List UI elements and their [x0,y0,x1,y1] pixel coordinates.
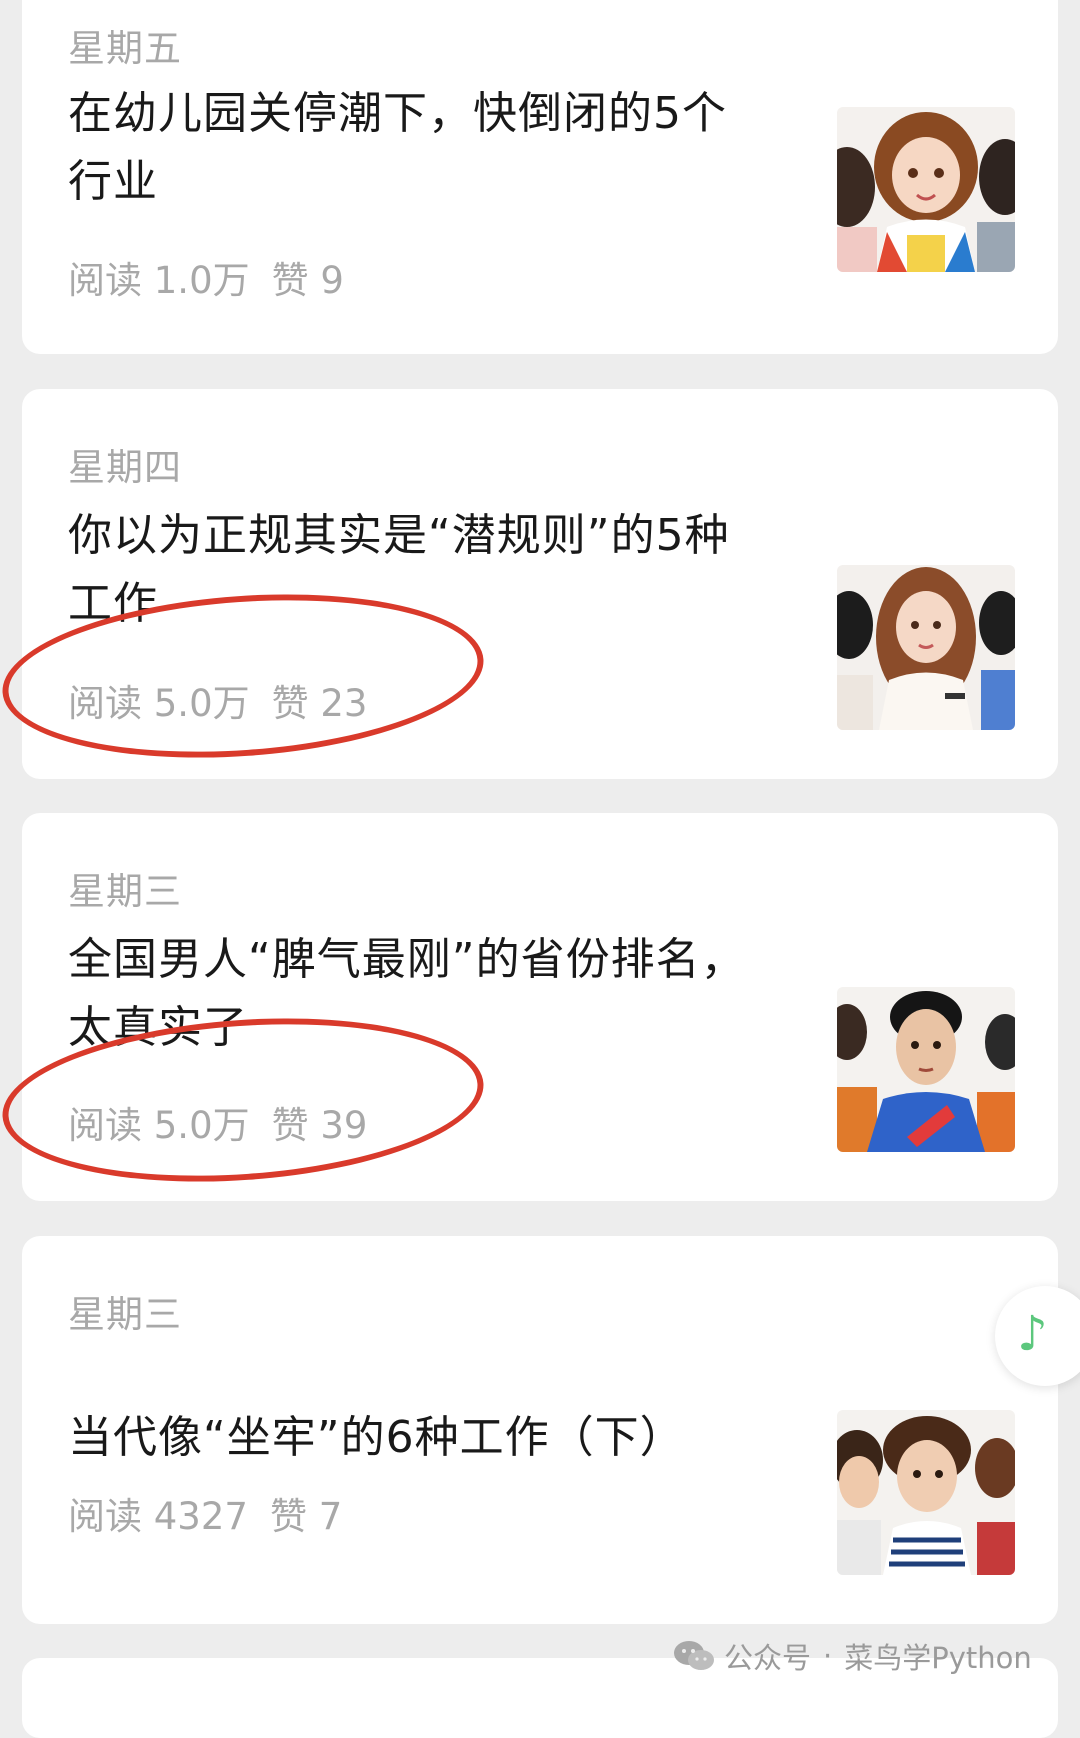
article-title-line: 当代像“坐牢”的6种工作（下） [68,1412,685,1463]
like-count: 赞 23 [271,682,368,725]
article-title[interactable]: 在幼儿园关停潮下，快倒闭的5个 行业 [68,80,808,216]
article-title[interactable]: 全国男人“脾气最刚”的省份排名， 太真实了 [68,926,808,1062]
article-title-line: 太真实了 [68,1002,248,1053]
article-title-line: 你以为正规其实是“潜规则”的5种 [68,510,730,561]
read-count: 阅读 5.0万 [68,682,250,725]
article-thumbnail[interactable] [837,565,1015,730]
article-date: 星期五 [68,27,182,70]
article-card[interactable]: 星期三 当代像“坐牢”的6种工作（下） 阅读 4327 赞 7 [22,1236,1058,1624]
read-count: 阅读 1.0万 [68,259,250,302]
music-note-icon: ♪ [1017,1306,1048,1362]
article-stats: 阅读 4327 赞 7 [68,1486,342,1540]
article-thumbnail[interactable] [837,107,1015,272]
article-title-line: 全国男人“脾气最刚”的省份排名， [68,934,746,985]
like-count: 赞 9 [271,259,344,302]
like-count: 赞 7 [269,1495,343,1538]
article-title-line: 在幼儿园关停潮下，快倒闭的5个 [68,88,727,139]
article-date: 星期四 [68,446,182,489]
article-thumbnail[interactable] [837,1410,1015,1575]
article-date: 星期三 [68,870,182,913]
like-count: 赞 39 [271,1104,368,1147]
account-type-label: 公众号 [724,1641,812,1675]
wechat-icon [674,1641,714,1670]
article-card[interactable]: 星期五 在幼儿园关停潮下，快倒闭的5个 行业 阅读 1.0万赞 9 [22,0,1058,354]
article-card[interactable]: 星期三 全国男人“脾气最刚”的省份排名， 太真实了 阅读 5.0万赞 39 [22,813,1058,1201]
read-count: 阅读 5.0万 [68,1104,250,1147]
article-title[interactable]: 你以为正规其实是“潜规则”的5种 工作 [68,502,808,638]
article-date: 星期三 [68,1293,182,1336]
article-stats: 阅读 5.0万赞 23 [68,673,367,727]
account-name: 菜鸟学Python [844,1641,1032,1675]
separator: · [823,1639,833,1673]
article-stats: 阅读 1.0万赞 9 [68,250,344,304]
watermark: 公众号 · 菜鸟学Python [672,1634,1032,1678]
read-count: 阅读 4327 [68,1495,248,1538]
article-card[interactable]: 星期四 你以为正规其实是“潜规则”的5种 工作 阅读 5.0万赞 23 [22,389,1058,779]
article-thumbnail[interactable] [837,987,1015,1152]
article-title-line: 工作 [68,578,158,629]
article-stats: 阅读 5.0万赞 39 [68,1095,367,1149]
article-title-line: 行业 [68,156,158,207]
article-title[interactable]: 当代像“坐牢”的6种工作（下） [68,1404,808,1472]
